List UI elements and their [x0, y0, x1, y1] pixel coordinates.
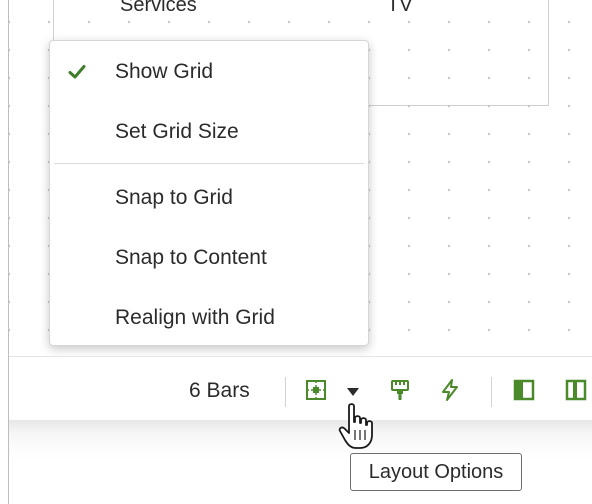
left-panel-icon[interactable]: [513, 379, 535, 401]
format-brush-icon[interactable]: [389, 379, 411, 401]
lightning-bolt-icon[interactable]: [439, 379, 461, 401]
canvas-footer-toolbar: 6 Bars: [9, 356, 592, 421]
hand-pointer-cursor-icon: [338, 403, 373, 449]
caret-down-icon[interactable]: [345, 385, 361, 399]
bars-count-label: 6 Bars: [189, 379, 250, 402]
menu-item-snap-to-grid[interactable]: Snap to Grid: [50, 178, 368, 218]
toolbar-divider: [491, 377, 492, 407]
grid-layout-icon[interactable]: [305, 379, 327, 401]
menu-item-label: Set Grid Size: [115, 120, 239, 143]
layout-options-tooltip: Layout Options: [350, 453, 522, 491]
menu-item-label: Snap to Content: [115, 246, 267, 269]
menu-item-label: Realign with Grid: [115, 306, 275, 329]
services-label: Services: [120, 0, 197, 16]
toolbar-divider: [285, 377, 286, 407]
menu-item-label: Snap to Grid: [115, 186, 233, 209]
tv-label: TV: [387, 0, 413, 16]
menu-item-show-grid[interactable]: Show Grid: [50, 52, 368, 92]
split-panel-icon[interactable]: [565, 379, 587, 401]
menu-item-set-grid-size[interactable]: Set Grid Size: [50, 112, 368, 152]
menu-item-realign-with-grid[interactable]: Realign with Grid: [50, 298, 368, 338]
menu-item-label: Show Grid: [115, 60, 214, 83]
checkmark-icon: [68, 65, 86, 79]
menu-divider: [54, 163, 364, 164]
layout-options-menu: Show Grid Set Grid Size Snap to Grid Sna…: [49, 40, 369, 346]
dashboard-window: Services TV Show Grid Set Grid Size Snap…: [8, 0, 592, 504]
menu-item-snap-to-content[interactable]: Snap to Content: [50, 238, 368, 278]
